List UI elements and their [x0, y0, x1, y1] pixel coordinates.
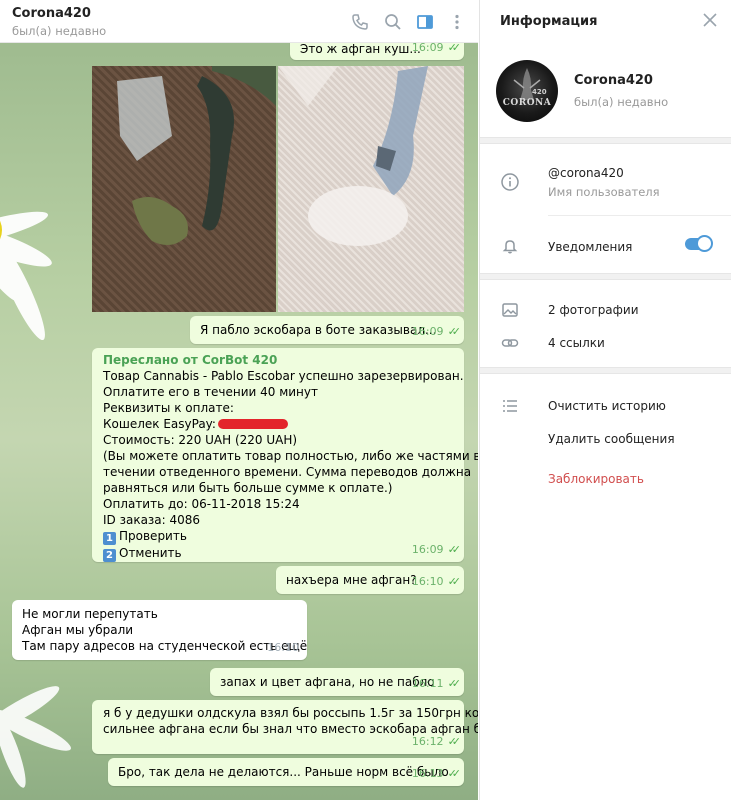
- double-check-icon: ✓✓: [447, 575, 462, 588]
- links-link[interactable]: 4 ссылки: [548, 336, 605, 350]
- info-panel: Информация 420 CORONA Corona420 был(а) н…: [479, 0, 731, 800]
- avatar-figure: [513, 68, 541, 100]
- double-check-icon: ✓✓: [447, 735, 462, 748]
- bot-line: Оплатить до: 06-11-2018 15:24: [103, 497, 300, 511]
- block-button[interactable]: Заблокировать: [548, 472, 644, 486]
- profile-name: Corona420: [574, 73, 653, 88]
- section-divider: [480, 367, 731, 374]
- bot-line: Реквизиты к оплате:: [103, 401, 234, 415]
- phone-icon[interactable]: [350, 12, 370, 32]
- clear-history-button[interactable]: Очистить историю: [548, 399, 666, 413]
- close-icon[interactable]: [702, 12, 718, 28]
- message-line: я б у дедушки олдскула взял бы россыпь 1…: [103, 706, 478, 720]
- message-outgoing[interactable]: нахъера мне афган? 16:10 ✓✓: [276, 566, 464, 594]
- message-body: я б у дедушки олдскула взял бы россыпь 1…: [103, 705, 478, 737]
- list-icon: [500, 396, 520, 416]
- avatar-number: 420: [532, 88, 547, 96]
- double-check-icon: ✓✓: [447, 325, 462, 338]
- link-icon: [500, 333, 520, 353]
- notifications-toggle[interactable]: [685, 235, 713, 252]
- avatar[interactable]: 420 CORONA: [496, 60, 558, 122]
- bot-line: ID заказа: 4086: [103, 513, 201, 527]
- info-panel-title: Информация: [500, 14, 598, 29]
- wallpaper-daisy: [0, 211, 52, 341]
- message-time: 16:11 ✓✓: [411, 677, 462, 690]
- chat-status: был(а) недавно: [12, 24, 107, 38]
- search-icon[interactable]: [383, 12, 403, 32]
- message-text: нахъера мне афган?: [286, 573, 417, 587]
- message-forwarded[interactable]: Переслано от CorBot 420 Товар Cannabis -…: [92, 348, 478, 562]
- bot-line: Оплатите его в течении 40 минут: [103, 385, 318, 399]
- delete-messages-button[interactable]: Удалить сообщения: [548, 432, 675, 446]
- message-time: 16:09 ✓✓: [411, 543, 462, 556]
- message-time: 16:09 ✓✓: [411, 325, 462, 338]
- photo-icon: [500, 300, 520, 320]
- message-text: Бро, так дела не делаются... Раньше норм…: [118, 765, 449, 779]
- wallpaper-daisy-bottom: [0, 686, 71, 788]
- forwarded-body: Переслано от CorBot 420 Товар Cannabis -…: [103, 352, 478, 562]
- more-vertical-icon[interactable]: [447, 12, 467, 32]
- bot-option-cancel[interactable]: 2 Отменить: [103, 545, 458, 562]
- message-outgoing[interactable]: запах и цвет афгана, но не пабло 16:11 ✓✓: [210, 668, 464, 696]
- message-time: 16:13 ✓✓: [411, 767, 462, 780]
- double-check-icon: ✓✓: [447, 677, 462, 690]
- message-line: Там пару адресов на студенческой есть ещ…: [22, 639, 308, 653]
- photo-left-content: [117, 66, 276, 245]
- message-outgoing[interactable]: Я пабло эскобара в боте заказывал... 16:…: [190, 316, 464, 344]
- message-line: Афган мы убрали: [22, 623, 134, 637]
- message-outgoing[interactable]: Бро, так дела не делаются... Раньше норм…: [108, 758, 464, 786]
- redaction-mark: [217, 419, 288, 429]
- message-text: Это ж афган куш...: [300, 42, 421, 56]
- message-time: 16:12 ✓✓: [411, 735, 462, 748]
- chat-area: Corona420 был(а) недавно Это ж афган куш…: [0, 0, 478, 800]
- chat-title[interactable]: Corona420: [12, 6, 91, 21]
- message-line: Не могли перепутать: [22, 607, 158, 621]
- divider: [548, 215, 731, 216]
- bot-line-wallet: Кошелек EasyPay:: [103, 416, 458, 432]
- message-text: запах и цвет афгана, но не пабло: [220, 675, 435, 689]
- message-time: 16:10: [267, 641, 299, 654]
- bell-icon: [500, 236, 520, 256]
- photo-right[interactable]: [278, 66, 464, 312]
- toggle-knob: [696, 235, 713, 252]
- profile-status: был(а) недавно: [574, 95, 669, 109]
- bot-line: Товар Cannabis - Pablo Escobar успешно з…: [103, 369, 464, 383]
- bot-option-check[interactable]: 1 Проверить: [103, 528, 458, 545]
- bot-line: равняться или быть больше сумме к оплате…: [103, 481, 393, 495]
- username-value[interactable]: @corona420: [548, 166, 624, 180]
- message-time: 16:10 ✓✓: [411, 575, 462, 588]
- section-divider: [480, 273, 731, 280]
- notifications-label: Уведомления: [548, 240, 633, 254]
- username-label: Имя пользователя: [548, 185, 660, 199]
- chat-header: Corona420 был(а) недавно: [0, 0, 478, 43]
- keycap-one-icon: 1: [103, 532, 116, 545]
- double-check-icon: ✓✓: [447, 543, 462, 556]
- sidebar-toggle-icon[interactable]: [415, 12, 435, 32]
- photo-left[interactable]: [92, 66, 276, 312]
- forwarded-from[interactable]: Переслано от CorBot 420: [103, 352, 458, 368]
- photo-right-content: [278, 66, 428, 246]
- section-divider: [480, 137, 731, 144]
- double-check-icon: ✓✓: [447, 767, 462, 780]
- bot-line: (Вы можете оплатить товар полностью, либ…: [103, 449, 478, 463]
- bot-line: течении отведенного времени. Сумма перев…: [103, 465, 472, 479]
- message-text: Я пабло эскобара в боте заказывал...: [200, 323, 437, 337]
- bot-line: Стоимость: 220 UAH (220 UAH): [103, 433, 298, 447]
- message-body: Не могли перепутать Афган мы убрали Там …: [22, 606, 307, 654]
- keycap-two-icon: 2: [103, 549, 116, 562]
- message-outgoing[interactable]: я б у дедушки олдскула взял бы россыпь 1…: [92, 700, 478, 754]
- message-incoming[interactable]: Не могли перепутать Афган мы убрали Там …: [12, 600, 307, 660]
- photos-link[interactable]: 2 фотографии: [548, 303, 639, 317]
- info-icon: [500, 172, 520, 192]
- avatar-label: CORONA: [502, 98, 552, 108]
